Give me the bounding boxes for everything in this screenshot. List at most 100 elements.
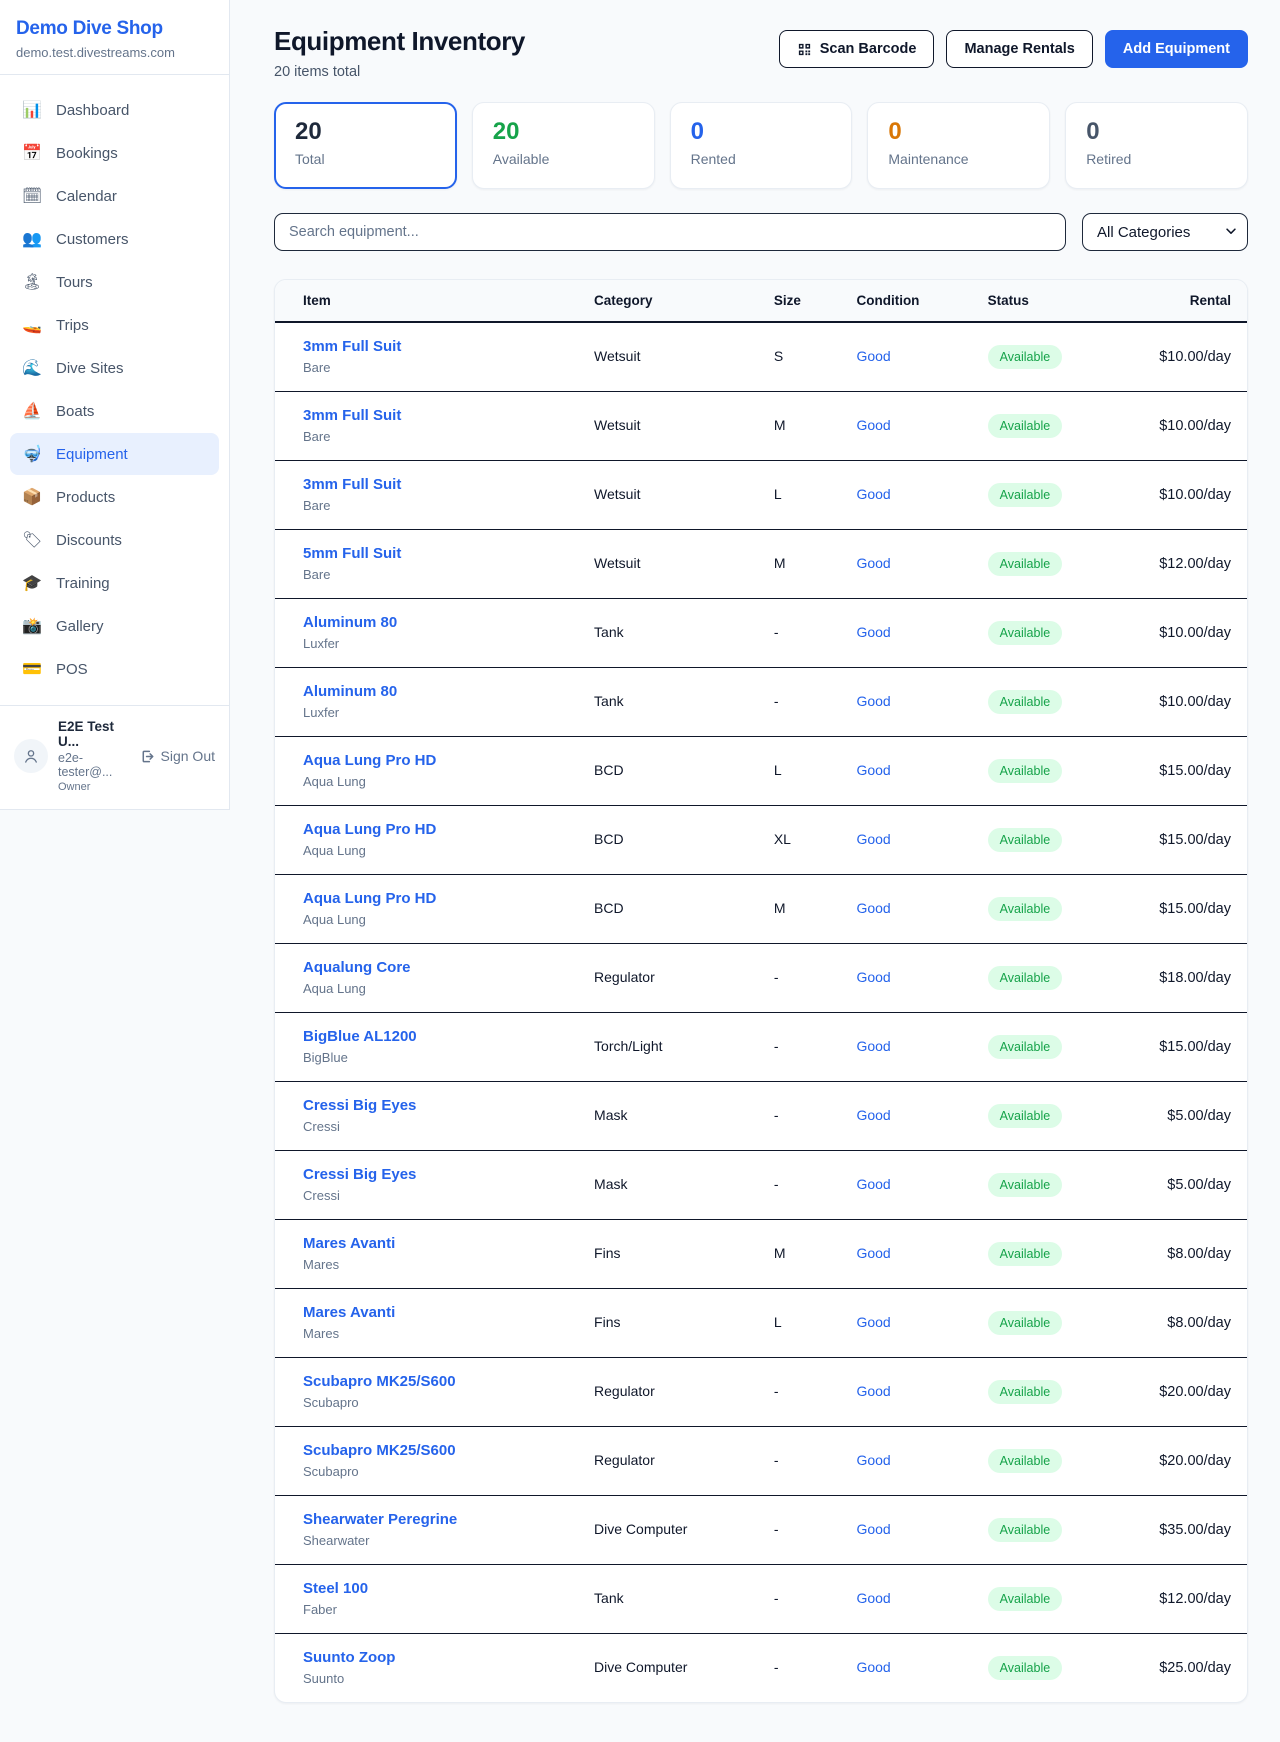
sidebar-item-bookings[interactable]: 📅 Bookings [10,132,219,174]
item-name-link[interactable]: 5mm Full Suit [303,544,578,564]
condition-link[interactable]: Good [856,417,890,433]
item-name-link[interactable]: Cressi Big Eyes [303,1096,578,1116]
item-name-link[interactable]: 3mm Full Suit [303,475,578,495]
sidebar-item-pos[interactable]: 💳 POS [10,648,219,690]
stat-card-total[interactable]: 20 Total [274,102,457,189]
item-name-link[interactable]: BigBlue AL1200 [303,1027,578,1047]
table-row: Shearwater Peregrine Shearwater Dive Com… [275,1496,1247,1565]
table-row: Scubapro MK25/S600 Scubapro Regulator - … [275,1427,1247,1496]
sidebar-item-dive-sites[interactable]: 🌊 Dive Sites [10,347,219,389]
condition-link[interactable]: Good [856,1314,890,1330]
scan-barcode-button[interactable]: Scan Barcode [779,30,935,68]
condition-link[interactable]: Good [856,1038,890,1054]
add-equipment-button[interactable]: Add Equipment [1105,30,1248,68]
sidebar-item-tours[interactable]: 🏝 Tours [10,261,219,303]
table-row: Suunto Zoop Suunto Dive Computer - Good … [275,1634,1247,1703]
condition-link[interactable]: Good [856,1383,890,1399]
sign-out-button[interactable]: Sign Out [140,748,215,764]
item-name-link[interactable]: Scubapro MK25/S600 [303,1441,578,1461]
table-row: Mares Avanti Mares Fins L Good Available… [275,1289,1247,1358]
sidebar-item-dashboard[interactable]: 📊 Dashboard [10,89,219,131]
sidebar-item-customers[interactable]: 👥 Customers [10,218,219,260]
item-name-link[interactable]: Mares Avanti [303,1303,578,1323]
item-size: - [774,1452,779,1468]
item-name-link[interactable]: Shearwater Peregrine [303,1510,578,1530]
category-select-wrap: All Categories [1082,213,1248,251]
table-row: Aluminum 80 Luxfer Tank - Good Available… [275,599,1247,668]
condition-link[interactable]: Good [856,1452,890,1468]
condition-link[interactable]: Good [856,831,890,847]
condition-link[interactable]: Good [856,555,890,571]
sidebar-item-calendar[interactable]: 🗓 Calendar [10,175,219,217]
condition-link[interactable]: Good [856,1176,890,1192]
item-name-link[interactable]: Scubapro MK25/S600 [303,1372,578,1392]
item-name-link[interactable]: Aqualung Core [303,958,578,978]
item-size: M [774,1245,786,1261]
stat-value: 20 [493,118,634,146]
sidebar-item-discounts[interactable]: 🏷 Discounts [10,519,219,561]
rental-rate: $10.00/day [1159,487,1231,503]
sidebar-item-trips[interactable]: 🚤 Trips [10,304,219,346]
condition-link[interactable]: Good [856,1590,890,1606]
item-name-link[interactable]: Aqua Lung Pro HD [303,820,578,840]
status-badge: Available [988,1311,1063,1335]
status-badge: Available [988,897,1063,921]
category-select[interactable]: All Categories [1082,213,1248,251]
item-name-link[interactable]: Steel 100 [303,1579,578,1599]
stat-label: Retired [1086,151,1227,167]
condition-link[interactable]: Good [856,693,890,709]
sidebar-item-equipment[interactable]: 🤿 Equipment [10,433,219,475]
table-row: Steel 100 Faber Tank - Good Available $1… [275,1565,1247,1634]
sidebar-item-boats[interactable]: ⛵ Boats [10,390,219,432]
condition-link[interactable]: Good [856,762,890,778]
item-category: BCD [594,762,624,778]
column-header-condition: Condition [848,280,979,322]
item-name-link[interactable]: Suunto Zoop [303,1648,578,1668]
item-brand: Luxfer [303,635,578,653]
sidebar-item-training[interactable]: 🎓 Training [10,562,219,604]
item-name-link[interactable]: Mares Avanti [303,1234,578,1254]
table-body: 3mm Full Suit Bare Wetsuit S Good Availa… [275,322,1247,1702]
stat-card-retired[interactable]: 0 Retired [1065,102,1248,189]
item-category: BCD [594,831,624,847]
status-badge: Available [988,1449,1063,1473]
item-name-link[interactable]: Aqua Lung Pro HD [303,889,578,909]
item-size: - [774,1383,779,1399]
user-email: e2e-tester@... [58,751,130,779]
status-badge: Available [988,1035,1063,1059]
stat-card-maintenance[interactable]: 0 Maintenance [867,102,1050,189]
item-name-link[interactable]: 3mm Full Suit [303,337,578,357]
search-input[interactable] [274,213,1066,251]
item-size: M [774,900,786,916]
stat-card-rented[interactable]: 0 Rented [670,102,853,189]
stat-value: 0 [1086,118,1227,146]
sidebar-item-gallery[interactable]: 📸 Gallery [10,605,219,647]
condition-link[interactable]: Good [856,1107,890,1123]
condition-link[interactable]: Good [856,900,890,916]
sidebar-item-products[interactable]: 📦 Products [10,476,219,518]
table-row: Aqua Lung Pro HD Aqua Lung BCD XL Good A… [275,806,1247,875]
condition-link[interactable]: Good [856,1245,890,1261]
dive-sites-icon: 🌊 [22,358,42,378]
customers-icon: 👥 [22,229,42,249]
item-name-link[interactable]: Aqua Lung Pro HD [303,751,578,771]
stat-card-available[interactable]: 20 Available [472,102,655,189]
condition-link[interactable]: Good [856,486,890,502]
item-name-link[interactable]: Cressi Big Eyes [303,1165,578,1185]
item-name-link[interactable]: Aluminum 80 [303,682,578,702]
condition-link[interactable]: Good [856,348,890,364]
main-content: Equipment Inventory 20 items total Scan … [230,0,1280,1703]
table-row: Scubapro MK25/S600 Scubapro Regulator - … [275,1358,1247,1427]
item-name-link[interactable]: 3mm Full Suit [303,406,578,426]
sidebar-nav: 📊 Dashboard 📅 Bookings 🗓 Calendar 👥 Cust… [0,75,229,705]
manage-rentals-button[interactable]: Manage Rentals [946,30,1092,68]
condition-link[interactable]: Good [856,624,890,640]
condition-link[interactable]: Good [856,969,890,985]
status-badge: Available [988,345,1063,369]
condition-link[interactable]: Good [856,1659,890,1675]
item-category: Wetsuit [594,486,640,502]
rental-rate: $10.00/day [1159,418,1231,434]
item-name-link[interactable]: Aluminum 80 [303,613,578,633]
condition-link[interactable]: Good [856,1521,890,1537]
status-badge: Available [988,414,1063,438]
